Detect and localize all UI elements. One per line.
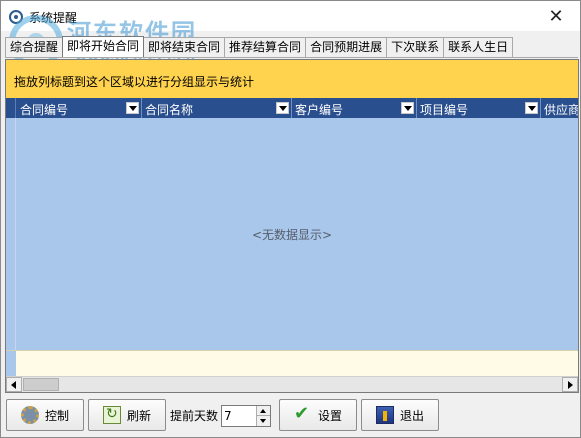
close-button[interactable]: ✕ xyxy=(536,3,576,29)
refresh-icon xyxy=(102,406,121,424)
column-header-supplier-no[interactable]: 供应商编 xyxy=(541,98,578,118)
exit-door-icon xyxy=(375,406,394,424)
tab-settlement-contracts[interactable]: 推荐结算合同 xyxy=(224,37,307,57)
column-filter-dropdown-icon[interactable] xyxy=(525,102,538,114)
stepper-down-arrow-icon[interactable] xyxy=(256,416,270,426)
advance-days-label: 提前天数 xyxy=(170,409,219,423)
column-label: 客户编号 xyxy=(295,103,344,117)
settings-button-label: 设置 xyxy=(317,408,342,423)
tab-ending-contracts[interactable]: 即将结束合同 xyxy=(143,37,226,57)
grid-header-row: 合同编号 合同名称 客户编号 项目编号 供应商编 xyxy=(6,98,578,118)
horizontal-scrollbar[interactable] xyxy=(6,376,578,392)
scroll-right-arrow-icon[interactable] xyxy=(562,377,578,392)
column-filter-dropdown-icon[interactable] xyxy=(401,102,414,114)
row-indicator-header xyxy=(6,98,16,118)
gear-icon xyxy=(20,406,39,424)
window-title: 系统提醒 xyxy=(29,11,78,25)
column-filter-dropdown-icon[interactable] xyxy=(276,102,289,114)
group-by-hint: 拖放列标题到这个区域以进行分组显示与统计 xyxy=(14,75,255,89)
advance-days-input[interactable] xyxy=(224,408,254,424)
app-logo-icon xyxy=(9,10,23,24)
check-icon xyxy=(294,403,312,424)
tab-strip: 综合提醒 即将开始合同 即将结束合同 推荐结算合同 合同预期进展 下次联系 联系… xyxy=(5,36,514,57)
tab-next-contact[interactable]: 下次联系 xyxy=(386,37,445,57)
footer-indicator xyxy=(6,351,16,376)
settings-button[interactable]: 设置 xyxy=(279,399,357,431)
advance-days-stepper[interactable] xyxy=(221,405,271,427)
scroll-left-arrow-icon[interactable] xyxy=(6,377,22,392)
tab-contact-birthday[interactable]: 联系人生日 xyxy=(443,37,514,57)
column-header-project-no[interactable]: 项目编号 xyxy=(417,98,541,118)
empty-data-message: <无数据显示> xyxy=(251,228,333,242)
tab-starting-contracts[interactable]: 即将开始合同 xyxy=(62,36,145,57)
column-filter-dropdown-icon[interactable] xyxy=(126,102,139,114)
data-grid: 拖放列标题到这个区域以进行分组显示与统计 合同编号 合同名称 客户编号 项目编号… xyxy=(5,59,579,393)
refresh-button[interactable]: 刷新 xyxy=(88,399,166,431)
group-by-panel[interactable]: 拖放列标题到这个区域以进行分组显示与统计 xyxy=(6,60,578,98)
column-header-contract-name[interactable]: 合同名称 xyxy=(142,98,292,118)
refresh-button-label: 刷新 xyxy=(126,408,151,423)
tab-contract-progress[interactable]: 合同预期进展 xyxy=(305,37,388,57)
grid-data-area[interactable]: <无数据显示> xyxy=(6,118,578,350)
tab-divider xyxy=(5,57,578,58)
tab-overview[interactable]: 综合提醒 xyxy=(5,37,64,57)
column-label: 项目编号 xyxy=(420,103,469,117)
exit-button[interactable]: 退出 xyxy=(361,399,439,431)
scroll-thumb[interactable] xyxy=(23,378,59,391)
exit-button-label: 退出 xyxy=(399,408,424,423)
column-label: 合同名称 xyxy=(145,103,194,117)
column-label: 供应商编 xyxy=(544,103,578,117)
reminder-window: 系统提醒 ✕ 河东软件园 www.pc0359.cn 综合提醒 即将开始合同 即… xyxy=(0,0,581,438)
grid-footer-row xyxy=(6,350,578,376)
column-header-contract-no[interactable]: 合同编号 xyxy=(17,98,142,118)
title-bar: 系统提醒 ✕ xyxy=(1,1,580,31)
stepper-up-arrow-icon[interactable] xyxy=(256,406,270,416)
column-header-customer-no[interactable]: 客户编号 xyxy=(292,98,417,118)
control-button-label: 控制 xyxy=(44,408,69,423)
column-label: 合同编号 xyxy=(20,103,69,117)
control-button[interactable]: 控制 xyxy=(6,399,84,431)
